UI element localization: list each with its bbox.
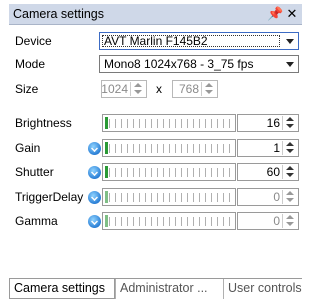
auto-icon[interactable]: [88, 191, 101, 204]
property-slider[interactable]: [102, 163, 236, 181]
property-label: Gamma: [15, 214, 58, 228]
slider-ticks: [109, 193, 231, 202]
spin-up-icon: [286, 191, 294, 195]
tab-camera-settings[interactable]: Camera settings: [9, 279, 115, 299]
spinner-buttons: [282, 190, 297, 204]
device-select-value: AVT Marlin F145B2: [104, 34, 208, 48]
tab-label: Administrator ...: [120, 281, 208, 295]
close-icon[interactable]: ✕: [284, 5, 300, 23]
slider-ticks: [109, 217, 231, 226]
slider-thumb[interactable]: [105, 117, 108, 129]
spin-down-icon[interactable]: [134, 90, 142, 94]
spin-up-icon[interactable]: [286, 166, 294, 170]
property-value: 60: [266, 165, 280, 179]
size-separator: x: [156, 82, 162, 96]
tab-administrator[interactable]: Administrator ...: [115, 279, 223, 299]
tab-label: User controls: [228, 281, 302, 295]
tab-label: Camera settings: [14, 281, 106, 295]
slider-ticks: [109, 119, 231, 128]
property-label: Gain: [15, 141, 41, 155]
chevron-down-icon[interactable]: [286, 39, 294, 44]
auto-icon[interactable]: [88, 142, 101, 155]
panel-title-bar: Camera settings 📌 ✕: [9, 4, 302, 25]
slider-thumb: [105, 191, 108, 203]
device-label: Device: [15, 34, 52, 48]
slider-thumb[interactable]: [105, 166, 108, 178]
device-select[interactable]: AVT Marlin F145B2: [99, 32, 299, 50]
spinner-buttons[interactable]: [282, 141, 297, 155]
property-value: 1: [273, 141, 280, 155]
spinner-buttons[interactable]: [282, 165, 297, 179]
auto-icon[interactable]: [88, 215, 101, 228]
property-value-spinner[interactable]: 16: [237, 114, 299, 132]
property-value-spinner[interactable]: 1: [237, 139, 299, 157]
slider-ticks: [109, 168, 231, 177]
auto-icon[interactable]: [88, 166, 101, 179]
mode-select-value: Mono8 1024x768 - 3_75 fps: [104, 57, 254, 71]
property-slider[interactable]: [102, 114, 236, 132]
property-value-spinner: 0: [237, 212, 299, 230]
mode-select[interactable]: Mono8 1024x768 - 3_75 fps: [99, 55, 299, 73]
property-value: 0: [273, 214, 280, 228]
spinner-buttons[interactable]: [201, 82, 216, 96]
property-slider: [102, 188, 236, 206]
property-slider[interactable]: [102, 139, 236, 157]
panel-title: Camera settings: [13, 7, 105, 21]
size-height-spinner[interactable]: 768: [172, 80, 218, 98]
spin-up-icon[interactable]: [286, 142, 294, 146]
spin-up-icon[interactable]: [286, 117, 294, 121]
spin-up-icon[interactable]: [134, 83, 142, 87]
property-value: 16: [266, 116, 280, 130]
property-label: Shutter: [15, 165, 54, 179]
spin-down-icon[interactable]: [205, 90, 213, 94]
size-width-value: 1024: [101, 82, 128, 96]
property-value-spinner[interactable]: 60: [237, 163, 299, 181]
size-height-value: 768: [178, 82, 199, 96]
spin-down-icon: [286, 198, 294, 202]
spin-down-icon[interactable]: [286, 149, 294, 153]
property-slider: [102, 212, 236, 230]
spin-up-icon[interactable]: [205, 83, 213, 87]
spin-down-icon[interactable]: [286, 124, 294, 128]
spin-down-icon: [286, 222, 294, 226]
slider-thumb: [105, 215, 108, 227]
tab-user-controls[interactable]: User controls: [223, 279, 303, 299]
spin-down-icon[interactable]: [286, 173, 294, 177]
property-label: Brightness: [15, 116, 72, 130]
spinner-buttons[interactable]: [130, 82, 145, 96]
slider-ticks: [109, 144, 231, 153]
spinner-buttons: [282, 214, 297, 228]
size-label: Size: [15, 82, 39, 96]
size-width-spinner[interactable]: 1024: [101, 80, 147, 98]
property-value-spinner: 0: [237, 188, 299, 206]
mode-label: Mode: [15, 57, 46, 71]
tab-strip: Camera settings Administrator ... User c…: [9, 278, 302, 300]
spinner-buttons[interactable]: [282, 116, 297, 130]
chevron-down-icon[interactable]: [286, 62, 294, 67]
pin-icon[interactable]: 📌: [267, 5, 283, 23]
slider-thumb[interactable]: [105, 142, 108, 154]
property-value: 0: [273, 190, 280, 204]
spin-up-icon: [286, 215, 294, 219]
property-label: TriggerDelay: [15, 190, 84, 204]
camera-settings-panel: Camera settings 📌 ✕ Device AVT Marlin F1…: [9, 4, 302, 299]
